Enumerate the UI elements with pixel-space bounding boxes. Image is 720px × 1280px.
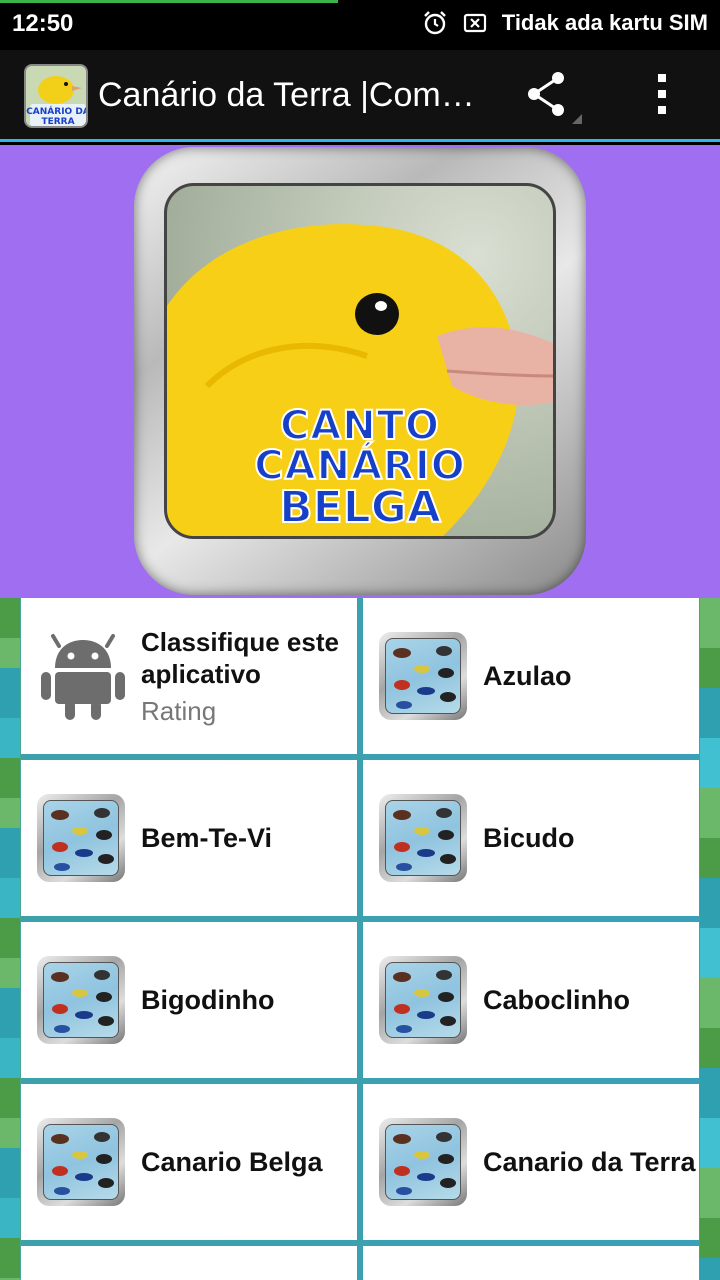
item-label: Azulao [483,660,572,691]
app-icon-text-2: TERRA [41,117,74,127]
list-item[interactable]: Bem-Te-Vi [21,760,357,916]
list-item[interactable]: Canario da Terra [363,1084,699,1240]
app-icon[interactable]: CANÁRIO DA TERRA [24,64,88,128]
birds-collage-icon [51,1132,114,1195]
banner: CANTO CANÁRIO BELGA [0,145,720,598]
background-pattern-right [700,598,720,1280]
alarm-icon [423,11,446,35]
bird-thumbnail [379,956,467,1044]
overflow-menu-icon [658,74,666,114]
status-time: 12:50 [12,10,74,37]
android-icon [41,634,125,720]
banner-title-line-1: CANTO CANÁRIO [253,403,466,489]
item-label: Caboclinho [483,984,630,1015]
item-label: Bicudo [483,822,575,853]
bird-thumbnail [379,794,467,882]
status-icons: Tidak ada kartu SIM [422,10,708,36]
no-sim-icon [463,13,486,33]
status-progress-bar [0,0,339,3]
app-title: Canário da Terra |Com… [98,76,475,114]
birds-collage-icon [393,970,456,1033]
bird-thumbnail [37,794,125,882]
list-item[interactable]: Caboclinho [363,922,699,1078]
canary-logo-icon: CANÁRIO DA TERRA [26,66,88,127]
birds-collage-icon [393,808,456,871]
banner-frame: CANTO CANÁRIO BELGA [134,147,586,595]
items-grid: Classifique este aplicativo Rating Azula… [0,598,720,1280]
status-bar: 12:50 Tidak ada kartu SIM [0,0,720,50]
list-item-partial[interactable] [363,1246,699,1280]
bird-thumbnail [379,1118,467,1206]
item-label: Canario Belga [141,1146,323,1177]
bird-thumbnail [379,632,467,720]
rating-subtitle: Rating [141,696,217,726]
banner-image: CANTO CANÁRIO BELGA [164,183,556,539]
list-item[interactable]: Canario Belga [21,1084,357,1240]
list-item-partial[interactable] [21,1246,357,1280]
item-label: Bem-Te-Vi [141,822,273,853]
item-label: Canario da Terra [483,1146,696,1177]
rating-title: Classifique este aplicativo [141,627,339,689]
item-label: Bigodinho [141,984,275,1015]
share-icon [528,72,582,124]
overflow-menu-button[interactable] [640,68,684,128]
share-button[interactable] [520,68,584,128]
birds-collage-icon [51,970,114,1033]
carrier-text: Tidak ada kartu SIM [501,10,708,35]
list-item[interactable]: Bicudo [363,760,699,916]
banner-title: CANTO CANÁRIO BELGA [167,403,553,533]
list-item[interactable]: Bigodinho [21,922,357,1078]
app-icon-text-1: CANÁRIO DA [26,105,88,117]
birds-collage-icon [393,646,456,709]
birds-collage-icon [51,808,114,871]
birds-collage-icon [393,1132,456,1195]
list-item[interactable]: Azulao [363,598,699,754]
bird-thumbnail [37,1118,125,1206]
bird-thumbnail [37,956,125,1044]
action-bar: CANÁRIO DA TERRA Canário da Terra |Com… [0,50,720,142]
banner-title-line-2: BELGA [278,482,442,533]
rating-cell[interactable]: Classifique este aplicativo Rating [21,598,357,754]
background-pattern-left [0,598,20,1280]
